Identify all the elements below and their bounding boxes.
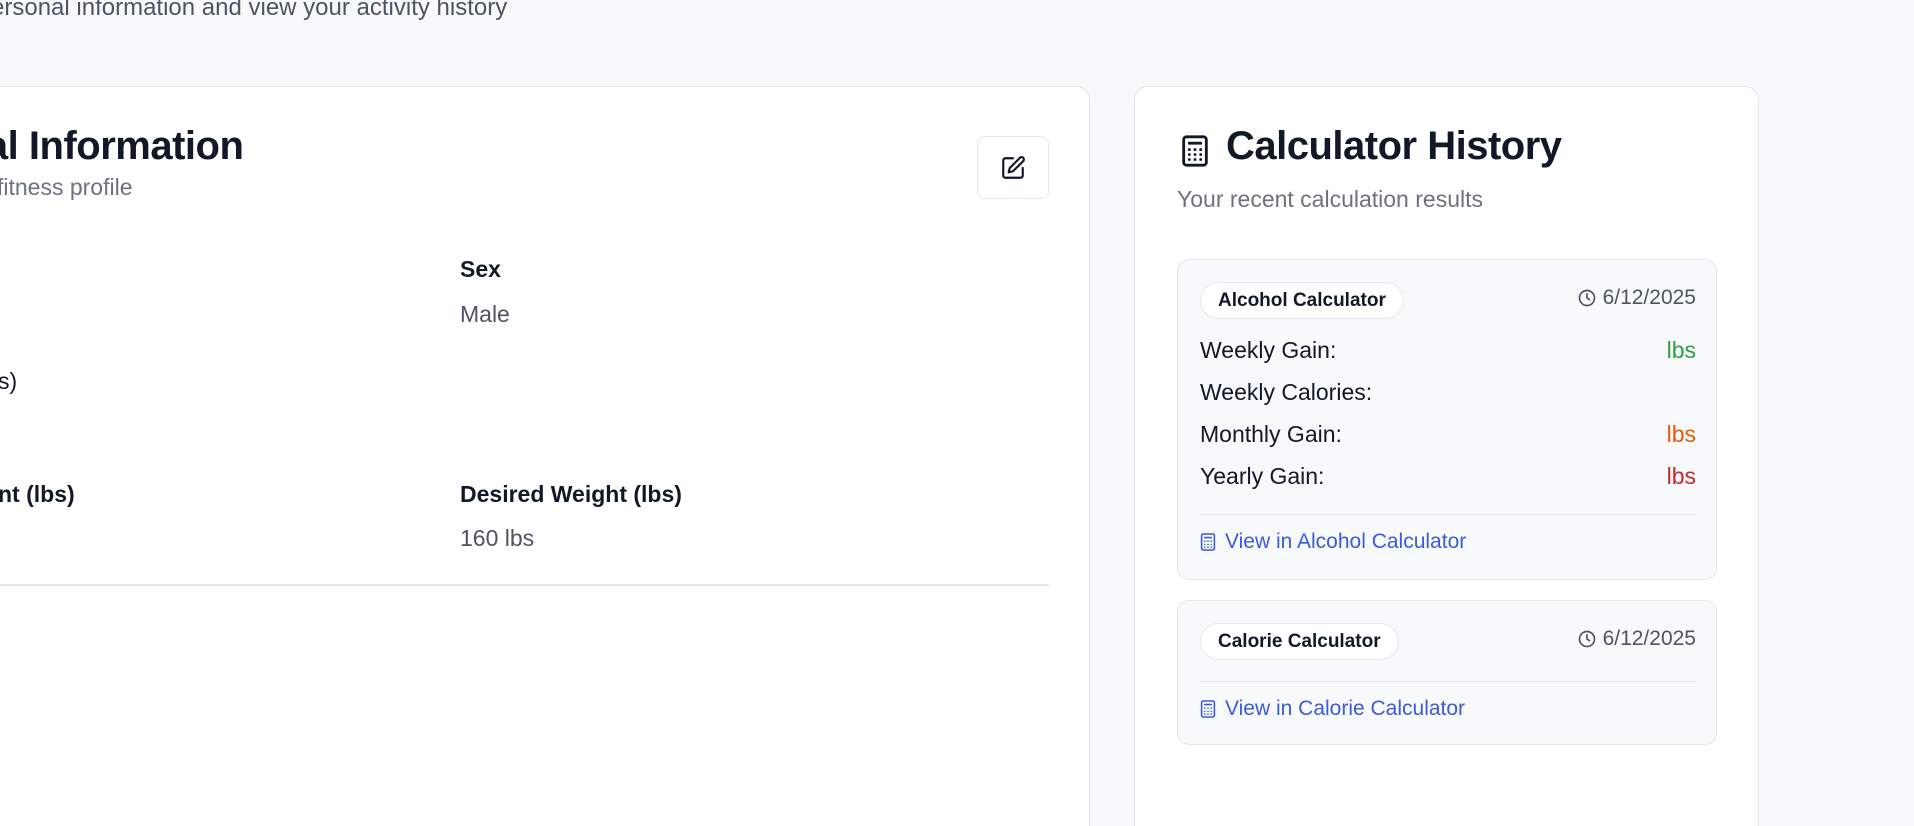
result-value: lbs <box>1666 336 1696 363</box>
calculator-history-title: Calculator History <box>1226 124 1562 168</box>
personal-information-description: nd fitness profile <box>0 174 133 200</box>
personal-information-title: nal Information <box>0 124 244 168</box>
desired-weight-value: 160 lbs <box>460 525 535 551</box>
history-entry: Alcohol Calculator 6/12/2025 Weekly Gain… <box>1177 259 1717 580</box>
personal-information-card <box>0 86 1090 826</box>
view-link-text: View in Calorie Calculator <box>1225 697 1466 720</box>
weight-label-partial: s) <box>0 368 18 394</box>
view-link-text: View in Alcohol Calculator <box>1225 530 1467 553</box>
entry-divider <box>1200 681 1696 682</box>
page: ersonal information and view your activi… <box>0 0 1914 826</box>
calculator-badge: Calorie Calculator <box>1200 623 1399 660</box>
page-subtitle: ersonal information and view your activi… <box>0 0 508 21</box>
calculator-icon <box>1180 134 1210 168</box>
calculator-icon <box>1200 699 1216 719</box>
calculator-history-description: Your recent calculation results <box>1177 186 1483 212</box>
entry-date-text: 6/12/2025 <box>1602 286 1696 309</box>
calculator-icon <box>1200 532 1216 552</box>
history-entry: Calorie Calculator 6/12/2025 View in Cal… <box>1177 600 1717 745</box>
clock-icon <box>1577 629 1597 649</box>
result-value: lbs <box>1666 462 1696 489</box>
result-label: Weekly Gain: <box>1200 336 1337 363</box>
current-weight-label-partial: nt (lbs) <box>0 481 75 507</box>
view-in-alcohol-calculator-link[interactable]: View in Alcohol Calculator <box>1200 530 1466 554</box>
entry-date: 6/12/2025 <box>1577 627 1696 651</box>
result-label: Weekly Calories: <box>1200 378 1373 405</box>
result-row-weekly-calories: Weekly Calories: <box>1200 376 1696 408</box>
result-row-monthly-gain: Monthly Gain: lbs <box>1200 418 1696 450</box>
calculator-badge: Alcohol Calculator <box>1200 282 1404 319</box>
sex-value: Male <box>460 301 510 327</box>
edit-profile-button[interactable] <box>977 136 1049 199</box>
desired-weight-label: Desired Weight (lbs) <box>460 481 682 507</box>
result-value: lbs <box>1666 420 1696 447</box>
result-row-yearly-gain: Yearly Gain: lbs <box>1200 460 1696 492</box>
view-in-calorie-calculator-link[interactable]: View in Calorie Calculator <box>1200 697 1465 721</box>
sex-label: Sex <box>460 256 501 282</box>
entry-date-text: 6/12/2025 <box>1602 627 1696 650</box>
entry-divider <box>1200 514 1696 515</box>
result-label: Yearly Gain: <box>1200 462 1325 489</box>
clock-icon <box>1577 288 1597 308</box>
profile-divider <box>0 584 1049 586</box>
entry-date: 6/12/2025 <box>1577 286 1696 310</box>
edit-icon <box>1000 155 1026 181</box>
result-label: Monthly Gain: <box>1200 420 1342 447</box>
result-row-weekly-gain: Weekly Gain: lbs <box>1200 334 1696 366</box>
